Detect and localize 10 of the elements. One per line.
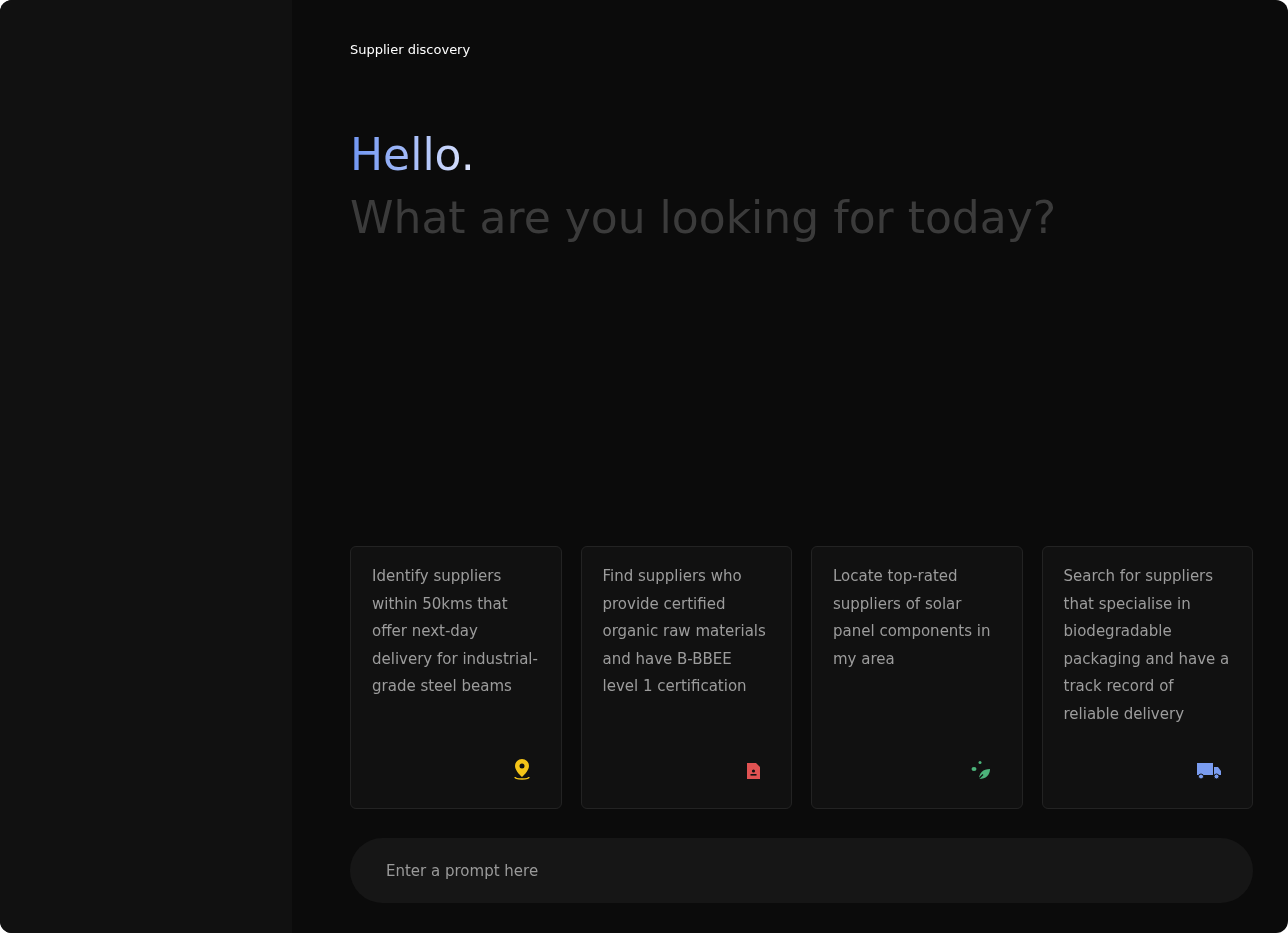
suggestion-card[interactable]: Locate top-rated suppliers of solar panel components in my area	[811, 546, 1023, 809]
page-title: Supplier discovery	[350, 42, 472, 57]
suggestion-text: Locate top-rated suppliers of solar panel components in my area	[833, 566, 992, 670]
suggestion-card[interactable]: Find suppliers who provide certified organic raw materials and have B-BBEE level 1 certification	[580, 546, 792, 809]
suggestion-text: Identify suppliers within 50kms that offer next-day delivery for industrial-grade steel beams	[372, 566, 539, 697]
suggestion-text: Find suppliers who provide certified organic raw materials and have B-BBEE level 1 certification	[602, 566, 767, 697]
prompt-input[interactable]: Enter a prompt here	[350, 838, 1253, 903]
suggestion-card[interactable]: Identify suppliers within 50kms that offer next-day delivery for industrial-grade steel beams	[350, 546, 562, 809]
suggestion-text: Search for suppliers that specialise in biodegradable packaging and have a track record of reliable delivery	[1063, 566, 1231, 725]
suggestion-card[interactable]: Search for suppliers that specialise in biodegradable packaging and have a track record of reliable delivery	[1041, 546, 1253, 809]
